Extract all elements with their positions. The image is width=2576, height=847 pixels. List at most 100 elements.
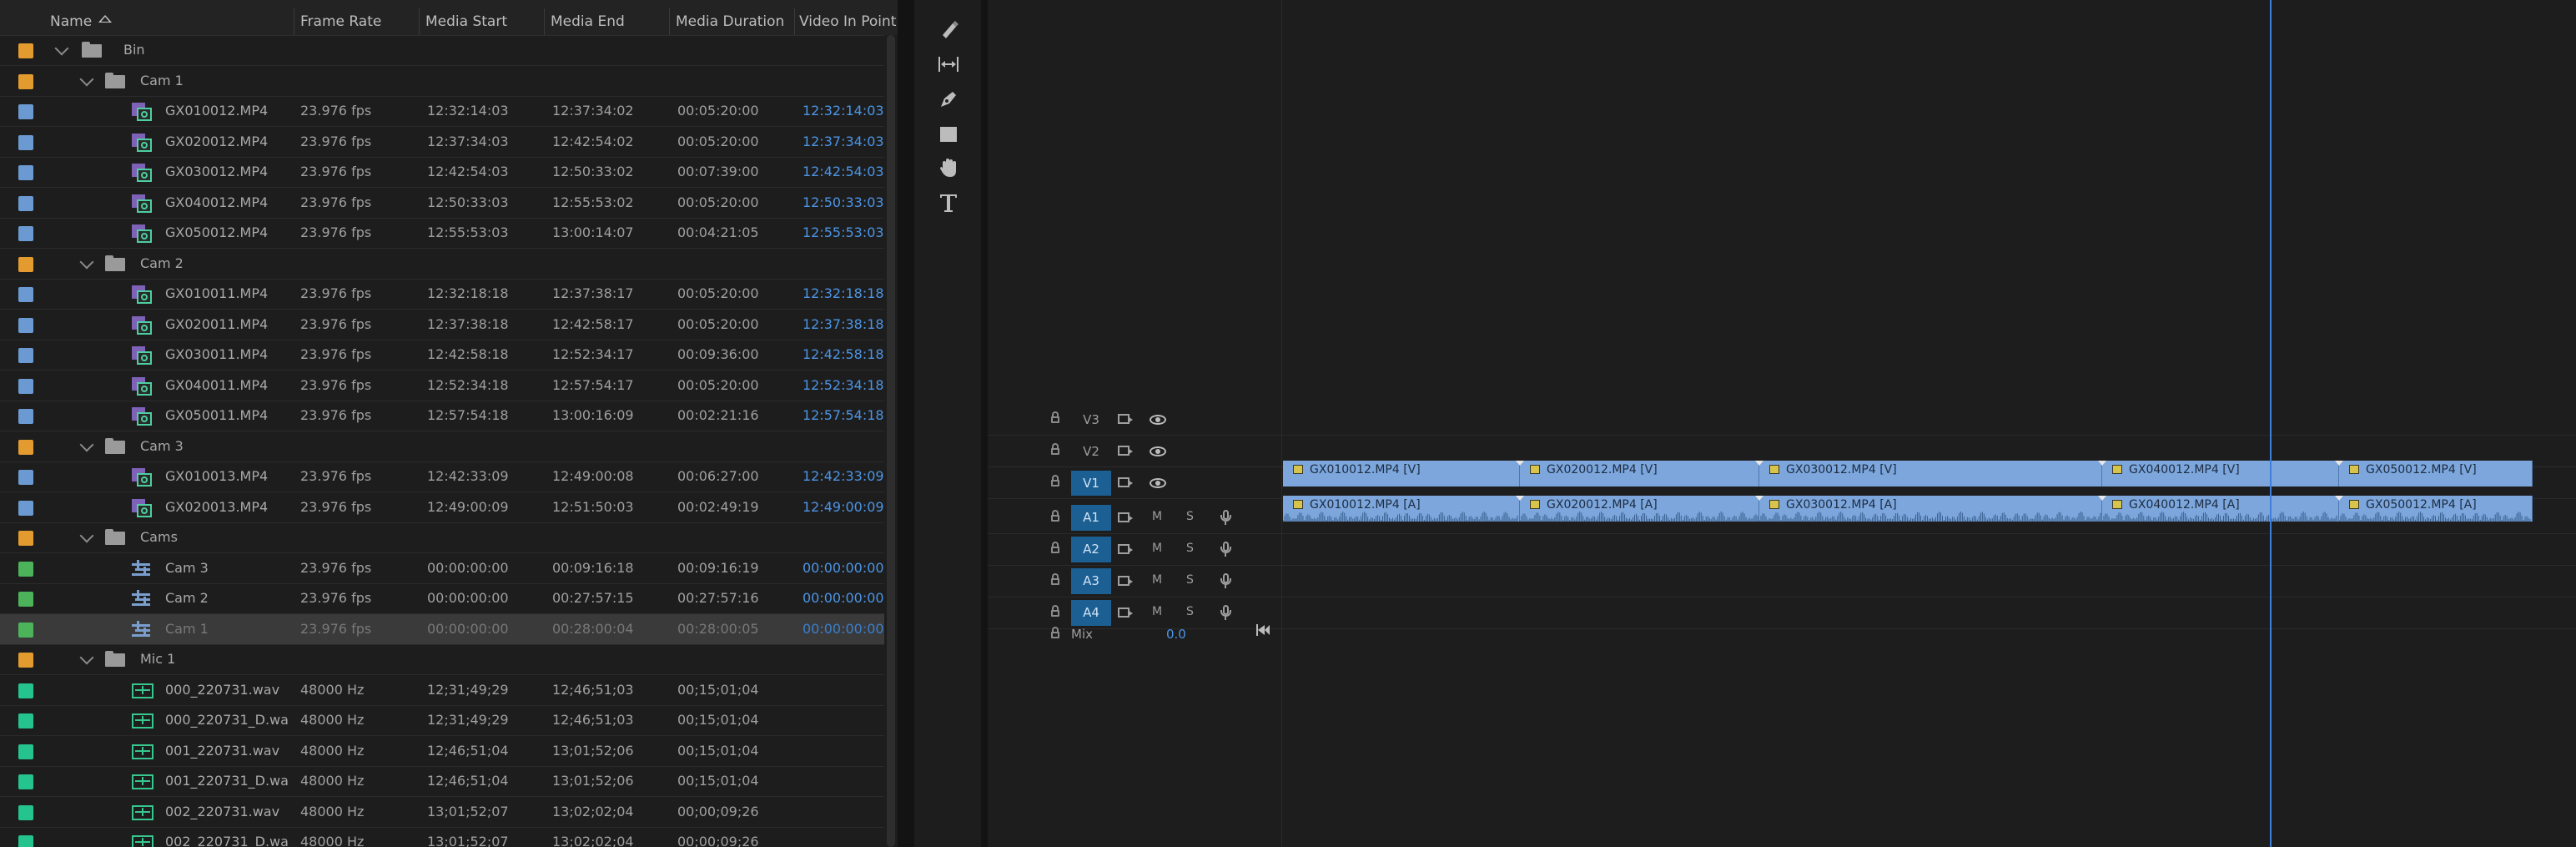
razor-tool-icon[interactable] bbox=[938, 18, 959, 40]
eye-icon[interactable] bbox=[1150, 478, 1166, 488]
lock-icon[interactable] bbox=[1051, 416, 1059, 423]
label-color-swatch[interactable] bbox=[18, 134, 33, 150]
audio-clip[interactable]: GX050012.MP4 [A] bbox=[2339, 496, 2533, 522]
voiceover-record-icon[interactable] bbox=[1220, 542, 1231, 557]
label-color-swatch[interactable] bbox=[18, 43, 33, 58]
label-color-swatch[interactable] bbox=[18, 287, 33, 302]
label-color-swatch[interactable] bbox=[18, 622, 33, 638]
track-target-a3[interactable]: A3 bbox=[1071, 568, 1111, 594]
audio-clip[interactable]: GX020012.MP4 [A] bbox=[1520, 496, 1759, 522]
audio-clip[interactable]: GX040012.MP4 [A] bbox=[2102, 496, 2339, 522]
video-clip[interactable]: GX030012.MP4 [V] bbox=[1759, 461, 2102, 487]
solo-button[interactable]: S bbox=[1186, 510, 1194, 523]
label-color-swatch[interactable] bbox=[18, 835, 33, 847]
scrollbar-thumb[interactable] bbox=[887, 35, 895, 847]
table-row[interactable]: GX040011.MP4 23.976 fps 12:52:34:18 12:57:5… bbox=[0, 371, 884, 401]
track-target-a2[interactable]: A2 bbox=[1071, 537, 1111, 562]
label-color-swatch[interactable] bbox=[18, 256, 33, 272]
label-color-swatch[interactable] bbox=[18, 713, 33, 729]
table-row[interactable]: GX010011.MP4 23.976 fps 12:32:18:18 12:37:3… bbox=[0, 279, 884, 310]
lock-icon[interactable] bbox=[1051, 480, 1059, 487]
column-media-end[interactable]: Media End bbox=[551, 0, 625, 35]
table-row[interactable]: GX020012.MP4 23.976 fps 12:37:34:03 12:42:5… bbox=[0, 127, 884, 158]
label-color-swatch[interactable] bbox=[18, 744, 33, 759]
rectangle-tool-icon[interactable] bbox=[938, 124, 959, 145]
voiceover-record-icon[interactable] bbox=[1220, 510, 1231, 525]
table-row[interactable]: GX020013.MP4 23.976 fps 12:49:00:09 12:51:5… bbox=[0, 492, 884, 523]
video-clip[interactable]: GX010012.MP4 [V] bbox=[1283, 461, 1520, 487]
column-frame-rate[interactable]: Frame Rate bbox=[300, 0, 381, 35]
sort-ascending-icon[interactable] bbox=[98, 15, 112, 23]
table-row[interactable]: Cam 2 23.976 fps 00:00:00:00 00:27:57:15 00:… bbox=[0, 583, 884, 614]
mute-button[interactable]: M bbox=[1152, 605, 1162, 618]
table-row[interactable]: GX020011.MP4 23.976 fps 12:37:38:18 12:42:5… bbox=[0, 310, 884, 340]
label-color-swatch[interactable] bbox=[18, 317, 33, 333]
table-row[interactable]: 001_220731_D.wa 48000 Hz 12;46;51;04 13;01;… bbox=[0, 766, 884, 797]
track-target-v3[interactable]: V3 bbox=[1071, 407, 1111, 432]
eye-icon[interactable] bbox=[1150, 446, 1166, 456]
bin-row[interactable]: Cams bbox=[0, 522, 884, 553]
track-target-a1[interactable]: A1 bbox=[1071, 505, 1111, 531]
column-media-start[interactable]: Media Start bbox=[425, 0, 507, 35]
lock-icon[interactable] bbox=[1051, 632, 1059, 638]
label-color-swatch[interactable] bbox=[18, 348, 33, 363]
bin-row[interactable]: Cam 1 bbox=[0, 66, 884, 97]
table-row[interactable]: Cam 3 23.976 fps 00:00:00:00 00:09:16:18 00:… bbox=[0, 553, 884, 584]
label-color-swatch[interactable] bbox=[18, 592, 33, 607]
bin-row[interactable]: Mic 1 bbox=[0, 644, 884, 675]
mute-button[interactable]: M bbox=[1152, 573, 1162, 587]
solo-button[interactable]: S bbox=[1186, 605, 1194, 618]
column-media-duration[interactable]: Media Duration bbox=[676, 0, 784, 35]
chevron-down-icon[interactable] bbox=[79, 255, 94, 269]
lock-icon[interactable] bbox=[1051, 610, 1059, 617]
label-color-swatch[interactable] bbox=[18, 195, 33, 211]
slip-tool-icon[interactable] bbox=[938, 53, 959, 75]
table-row[interactable]: 001_220731.wav 48000 Hz 12;46;51;04 13;01;5… bbox=[0, 736, 884, 767]
bin-row[interactable]: Bin bbox=[0, 35, 884, 66]
label-color-swatch[interactable] bbox=[18, 531, 33, 546]
track-target-a4[interactable]: A4 bbox=[1071, 600, 1111, 626]
voiceover-record-icon[interactable] bbox=[1220, 573, 1231, 588]
sync-lock-icon[interactable] bbox=[1118, 608, 1135, 619]
project-scrollbar[interactable] bbox=[884, 35, 898, 847]
column-video-in-point[interactable]: Video In Point bbox=[799, 0, 896, 35]
audio-clip[interactable]: GX030012.MP4 [A] bbox=[1759, 496, 2102, 522]
track-target-v2[interactable]: V2 bbox=[1071, 439, 1111, 464]
table-row[interactable]: GX040012.MP4 23.976 fps 12:50:33:03 12:55:5… bbox=[0, 188, 884, 219]
bin-row[interactable]: Cam 3 bbox=[0, 431, 884, 462]
video-clip[interactable]: GX050012.MP4 [V] bbox=[2339, 461, 2533, 487]
lock-icon[interactable] bbox=[1051, 515, 1059, 522]
label-color-swatch[interactable] bbox=[18, 470, 33, 485]
table-row[interactable]: 000_220731.wav 48000 Hz 12;31;49;29 12;46;5… bbox=[0, 675, 884, 706]
mute-button[interactable]: M bbox=[1152, 510, 1162, 523]
solo-button[interactable]: S bbox=[1186, 573, 1194, 587]
eye-icon[interactable] bbox=[1150, 415, 1166, 425]
hand-tool-icon[interactable] bbox=[938, 157, 959, 179]
table-row[interactable]: GX050011.MP4 23.976 fps 12:57:54:18 13:00:1… bbox=[0, 401, 884, 431]
playhead[interactable] bbox=[2270, 0, 2272, 847]
label-color-swatch[interactable] bbox=[18, 561, 33, 577]
label-color-swatch[interactable] bbox=[18, 409, 33, 424]
chevron-down-icon[interactable] bbox=[79, 437, 94, 451]
mix-value[interactable]: 0.0 bbox=[1166, 627, 1186, 642]
label-color-swatch[interactable] bbox=[18, 226, 33, 241]
label-color-swatch[interactable] bbox=[18, 774, 33, 789]
track-target-v1[interactable]: V1 bbox=[1071, 471, 1111, 496]
sync-lock-icon[interactable] bbox=[1118, 576, 1135, 587]
lock-icon[interactable] bbox=[1051, 448, 1059, 455]
panel-divider[interactable] bbox=[981, 0, 988, 847]
column-divider[interactable] bbox=[669, 8, 670, 35]
chevron-down-icon[interactable] bbox=[79, 650, 94, 665]
solo-button[interactable]: S bbox=[1186, 542, 1194, 555]
audio-clip[interactable]: GX010012.MP4 [A] bbox=[1283, 496, 1520, 522]
sync-lock-icon[interactable] bbox=[1118, 544, 1135, 556]
sync-lock-icon[interactable] bbox=[1118, 414, 1135, 426]
label-color-swatch[interactable] bbox=[18, 439, 33, 455]
label-color-swatch[interactable] bbox=[18, 683, 33, 698]
chevron-down-icon[interactable] bbox=[79, 72, 94, 86]
label-color-swatch[interactable] bbox=[18, 500, 33, 516]
label-color-swatch[interactable] bbox=[18, 104, 33, 119]
video-clip[interactable]: GX040012.MP4 [V] bbox=[2102, 461, 2339, 487]
mute-button[interactable]: M bbox=[1152, 542, 1162, 555]
label-color-swatch[interactable] bbox=[18, 653, 33, 668]
